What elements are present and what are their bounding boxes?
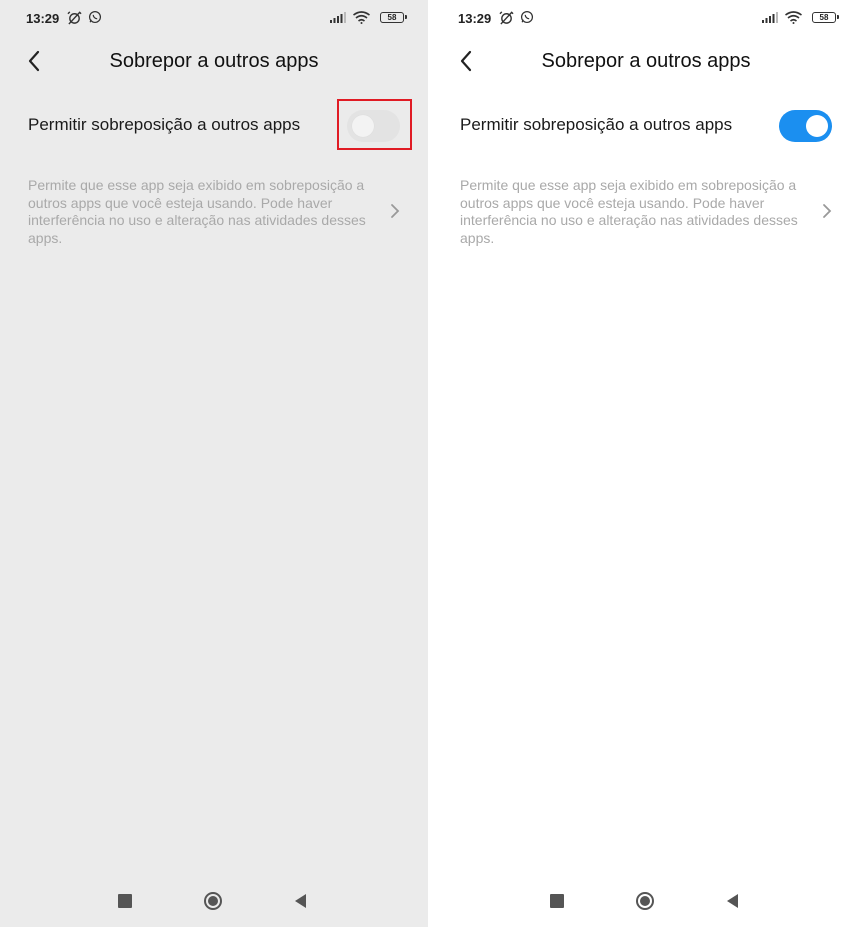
- status-time: 13:29: [26, 11, 60, 26]
- signal-icon: [330, 12, 346, 23]
- setting-label: Permitir sobreposição a outros apps: [28, 115, 301, 134]
- wifi-icon: [785, 11, 802, 24]
- status-bar: 13:29 58: [432, 0, 860, 36]
- alarm-off-icon: [499, 11, 514, 25]
- page-title: Sobrepor a outros apps: [109, 50, 319, 72]
- home-circle-icon[interactable]: [203, 891, 223, 911]
- overlay-permission-toggle[interactable]: [779, 110, 832, 142]
- signal-icon: [762, 12, 778, 23]
- whatsapp-icon: [520, 10, 534, 24]
- wifi-icon: [353, 11, 370, 24]
- whatsapp-icon: [88, 10, 102, 24]
- back-triangle-icon[interactable]: [725, 893, 741, 909]
- chevron-right-icon[interactable]: [820, 202, 834, 220]
- highlight-annotation-box: [337, 99, 412, 150]
- recents-square-icon[interactable]: [550, 894, 564, 908]
- phone-screen-toggle-on: 13:29 58 Sobrepor a outros apps Permitir…: [432, 0, 860, 927]
- toggle-knob: [806, 115, 828, 137]
- alarm-off-icon: [67, 11, 82, 25]
- setting-label: Permitir sobreposição a outros apps: [460, 115, 733, 134]
- setting-description: Permite que esse app seja exibido em sob…: [460, 177, 798, 246]
- setting-description: Permite que esse app seja exibido em sob…: [28, 177, 366, 246]
- status-bar: 13:29 58: [0, 0, 428, 36]
- phone-screen-toggle-off: 13:29 58 Sobrepor a outros apps Permitir…: [0, 0, 428, 927]
- page-title: Sobrepor a outros apps: [541, 50, 751, 72]
- recents-square-icon[interactable]: [118, 894, 132, 908]
- battery-icon: 58: [812, 12, 839, 23]
- back-triangle-icon[interactable]: [293, 893, 309, 909]
- home-circle-icon[interactable]: [635, 891, 655, 911]
- battery-icon: 58: [380, 12, 407, 23]
- status-time: 13:29: [458, 11, 492, 26]
- chevron-right-icon[interactable]: [388, 202, 402, 220]
